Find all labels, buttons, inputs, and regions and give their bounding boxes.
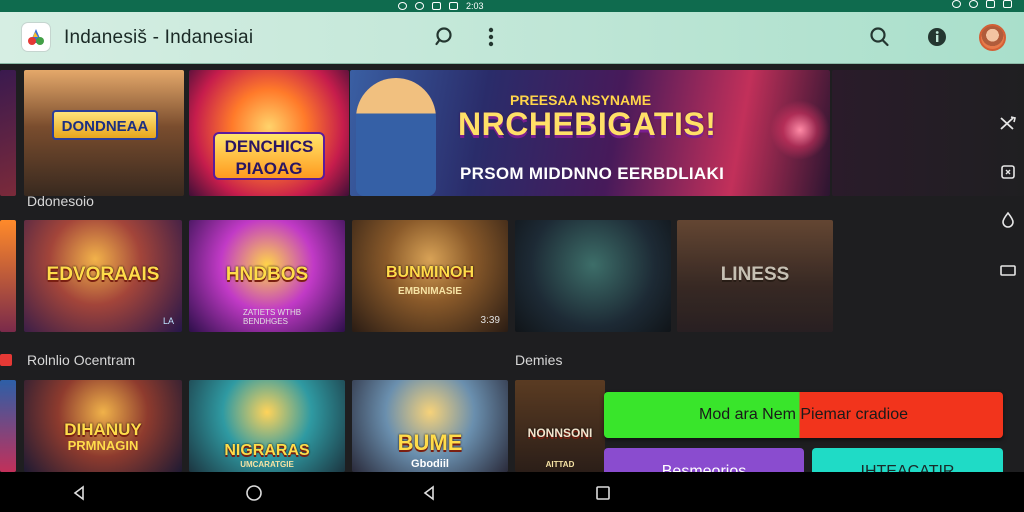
signal-icon	[449, 2, 458, 10]
game-tile-subtitle: Gbodiil	[411, 458, 449, 470]
game-tile-edge[interactable]	[0, 220, 16, 332]
game-tile-badge: LA	[162, 316, 174, 326]
game-tile[interactable]: BUME Gbodiil	[352, 380, 508, 472]
game-tile-title: BUME	[397, 430, 463, 455]
shuffle-icon[interactable]	[996, 111, 1020, 135]
game-tile-title: HNDBOS	[225, 264, 309, 285]
battery-icon	[432, 2, 441, 10]
game-tile-duration: 3:39	[480, 315, 500, 326]
system-nav-bar	[0, 472, 1024, 512]
app-title: Indanesiš - Indanesiai	[64, 27, 254, 48]
wifi-icon	[415, 2, 424, 10]
status-right-icons	[952, 0, 1012, 8]
game-tile-meta: ZATIETS WTHB BENDHGES	[243, 308, 302, 326]
search-icon[interactable]	[432, 24, 458, 50]
status-bar: 2:03	[0, 0, 1024, 12]
back-icon[interactable]	[68, 482, 90, 504]
game-row-1: EDVORAAIS LA HNDBOS ZATIETS WTHB BENDHGE…	[0, 220, 1024, 332]
game-tile-edge[interactable]	[0, 380, 16, 472]
hero-featured-subtitle: PRSOM MIDDNNO EERBDLIAKI	[460, 164, 725, 183]
game-tile[interactable]	[515, 220, 671, 332]
hero-banner-1[interactable]: DONDNEAA	[24, 70, 184, 196]
wifi-icon	[969, 0, 978, 8]
bluetooth-icon	[952, 0, 961, 8]
home-icon[interactable]	[243, 482, 265, 504]
game-tile-subtitle: EMBNIMASIE	[398, 286, 462, 297]
game-tile[interactable]: EDVORAAIS LA	[24, 220, 182, 332]
mod-button[interactable]: Mod ara Nem Piemar cradioe	[604, 392, 1003, 438]
hero-carousel[interactable]: DONDNEAA DENCHICS PIAOAG PREESAA NSYNAME…	[0, 64, 1024, 202]
game-tile-title: NIGRARAS	[224, 442, 310, 459]
info-icon[interactable]	[924, 24, 950, 50]
screen-icon[interactable]	[996, 258, 1020, 282]
game-tile[interactable]: LINESS	[677, 220, 833, 332]
recents-icon[interactable]	[592, 482, 614, 504]
hero-featured-title: NRCHEBIGATIS!	[458, 106, 717, 142]
game-tile[interactable]: HNDBOS ZATIETS WTHB BENDHGES	[189, 220, 345, 332]
game-tile-subtitle: UMCARATGIE	[240, 460, 294, 469]
section-title-1: Ddonesoio	[27, 193, 94, 209]
bluetooth-icon	[398, 2, 407, 10]
back-alt-icon[interactable]	[418, 482, 440, 504]
signal-icon	[986, 0, 995, 8]
game-tile-title: EDVORAAIS	[46, 264, 160, 285]
hero-glow	[770, 100, 830, 160]
app-bar: Indanesiš - Indanesiai	[0, 12, 1024, 64]
game-tile-subtitle: AITTAD	[545, 460, 575, 469]
app-screen: 2:03 Indanesiš - Indanesiai DONDNEAA DEN…	[0, 0, 1024, 512]
game-tile-title: BUNMINOH	[386, 264, 474, 281]
game-tile-title: DIHANUY	[64, 420, 142, 439]
battery-icon	[1003, 0, 1012, 8]
hero-banner-2-caption: DENCHICS PIAOAG	[213, 132, 325, 180]
search-icon[interactable]	[867, 24, 893, 50]
game-tile[interactable]: DIHANUY PRMNAGIN	[24, 380, 182, 472]
game-tile[interactable]: NIGRARAS UMCARATGIE	[189, 380, 345, 472]
section-title-3: Demies	[515, 352, 563, 368]
game-tile-title: LINESS	[720, 264, 790, 285]
hero-banner-edge[interactable]	[0, 70, 16, 196]
drop-icon[interactable]	[996, 208, 1020, 232]
hero-banner-featured[interactable]: PREESAA NSYNAME NRCHEBIGATIS! PRSOM MIDD…	[350, 70, 830, 196]
hero-banner-1-caption: DONDNEAA	[52, 110, 158, 140]
hero-character-image	[356, 78, 436, 196]
hero-banner-2[interactable]: DENCHICS PIAOAG	[189, 70, 349, 196]
avatar[interactable]	[979, 24, 1006, 51]
cast-icon[interactable]	[996, 160, 1020, 184]
more-vert-icon[interactable]	[478, 24, 504, 50]
status-time: 2:03	[466, 1, 484, 11]
app-logo-icon[interactable]	[22, 23, 50, 51]
game-tile[interactable]: BUNMINOH EMBNIMASIE 3:39	[352, 220, 508, 332]
live-badge-icon	[0, 354, 12, 366]
status-left-icons: 2:03	[398, 0, 484, 12]
game-tile-subtitle: PRMNAGIN	[67, 438, 139, 453]
section-title-2: Rolnlio Ocentram	[27, 352, 136, 368]
game-tile-title: NONNSONI	[527, 426, 593, 440]
game-tile[interactable]: NONNSONI AITTAD	[515, 380, 605, 472]
